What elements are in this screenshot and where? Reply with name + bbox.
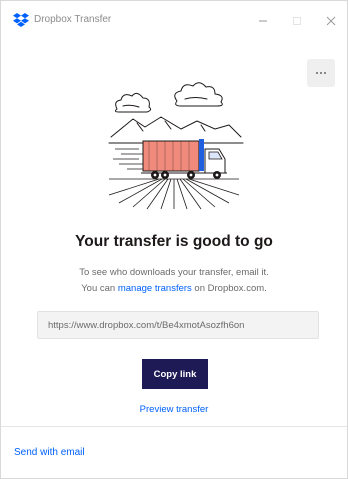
transfer-window: Dropbox Transfer Your transfer is good t… xyxy=(0,0,348,479)
window-title: Dropbox Transfer xyxy=(34,14,112,25)
truck-trailer xyxy=(142,140,200,172)
description-suffix: on Dropbox.com. xyxy=(191,283,267,294)
close-icon xyxy=(326,16,336,26)
description-prefix: You can xyxy=(81,283,118,294)
description-line-1: To see who downloads your transfer, emai… xyxy=(79,267,269,278)
title-bar: Dropbox Transfer xyxy=(1,1,347,39)
footer-divider xyxy=(1,426,347,427)
minimize-button[interactable] xyxy=(249,9,277,33)
mountains xyxy=(110,116,242,138)
maximize-icon xyxy=(293,17,301,25)
description-line-2: You can manage transfers on Dropbox.com. xyxy=(1,281,347,297)
truck-illustration xyxy=(108,82,244,210)
send-with-email-link[interactable]: Send with email xyxy=(14,447,85,458)
truck-stripe xyxy=(199,139,204,171)
transfer-url-field[interactable] xyxy=(37,311,319,339)
description: To see who downloads your transfer, emai… xyxy=(1,265,347,297)
speed-lines xyxy=(113,148,145,170)
copy-link-button[interactable]: Copy link xyxy=(142,359,208,389)
road-lines xyxy=(108,178,240,210)
cloud-right xyxy=(174,82,223,107)
minimize-icon xyxy=(259,20,267,22)
dropbox-logo-icon xyxy=(13,13,29,27)
manage-transfers-link[interactable]: manage transfers xyxy=(118,283,192,294)
more-options-icon xyxy=(316,72,326,74)
preview-transfer-link[interactable]: Preview transfer xyxy=(140,404,209,415)
maximize-button[interactable] xyxy=(283,9,311,33)
preview-transfer-container: Preview transfer xyxy=(1,404,347,415)
page-heading: Your transfer is good to go xyxy=(75,233,273,250)
more-options-button[interactable] xyxy=(307,59,335,87)
cloud-left xyxy=(114,92,152,113)
close-button[interactable] xyxy=(317,9,345,33)
